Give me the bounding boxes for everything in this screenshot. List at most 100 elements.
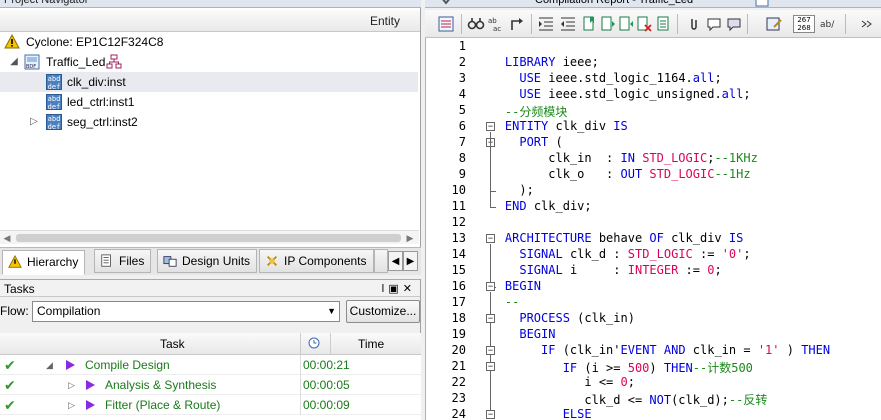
code-line: END clk_div; <box>504 199 592 213</box>
clear-bookmarks-icon[interactable] <box>635 15 653 33</box>
line-number-gutter: 1 2 3 4 5 6 7 8 9 10 11 12 13 14 15 16 17 18 19 20 21 22 23 24 <box>426 38 482 420</box>
line-number: 12 <box>451 215 466 229</box>
entity-column-label[interactable]: Entity <box>370 14 400 28</box>
comment-icon[interactable] <box>705 15 723 33</box>
chevron-down-icon: ▼ <box>327 306 336 316</box>
expand-arrow-icon[interactable]: ▷ <box>28 112 40 132</box>
flow-dropdown[interactable]: Compilation ▼ <box>32 301 340 322</box>
tasks-panel: Tasks ǀ▣✕ Flow: Compilation ▼ Customize.… <box>0 279 421 420</box>
line-number: 13 <box>451 231 466 245</box>
navigator-column-header: Entity <box>0 10 420 32</box>
svg-text:ab/: ab/ <box>820 20 835 30</box>
prev-bookmark-icon[interactable] <box>599 15 617 33</box>
scroll-right-icon[interactable]: ▶ <box>403 231 417 245</box>
code-line: -- <box>504 295 520 309</box>
code-line: clk_o : OUT STD_LOGIC--1Hz <box>476 167 751 181</box>
line-number: 15 <box>451 263 466 277</box>
code-line: PROCESS (clk_in) <box>519 311 635 325</box>
vhdl-chip-icon: abd def <box>46 94 62 111</box>
tab-next-icon[interactable]: ▶ <box>403 251 418 271</box>
instance-label: led_ctrl:inst1 <box>67 95 135 109</box>
horizontal-scrollbar[interactable]: ◀ ▶ <box>0 230 419 244</box>
line-number: 4 <box>458 87 466 101</box>
edit-icon[interactable] <box>765 15 783 33</box>
more-tools-icon[interactable] <box>859 15 873 33</box>
flow-label: Flow: <box>0 304 29 318</box>
code-line: USE ieee.std_logic_unsigned.all; <box>519 87 751 101</box>
code-line: clk_d <= NOT(clk_d);--反转 <box>476 393 768 407</box>
goto-line-icon[interactable] <box>509 15 527 33</box>
collapse-arrow-icon[interactable]: ◢ <box>46 355 53 375</box>
tab-overflow[interactable] <box>374 249 388 273</box>
uncomment-icon[interactable] <box>725 15 743 33</box>
tree-row-instance[interactable]: ▷ abd def seg_ctrl:inst2 <box>0 112 418 132</box>
tree-row-instance[interactable]: abd def clk_div:inst <box>0 72 418 92</box>
tab-design-units[interactable]: Design Units <box>157 249 258 273</box>
code-line: LIBRARY ieee; <box>504 55 599 69</box>
task-row[interactable]: ✔ ▷ Fitter (Place & Route) 00:00:09 <box>0 395 421 415</box>
code-line: PORT ( <box>519 135 563 149</box>
bookmark-list-icon[interactable] <box>655 15 673 33</box>
word-wrap-icon[interactable]: ab/ <box>819 15 841 33</box>
play-icon[interactable] <box>66 360 75 370</box>
task-row[interactable]: ✔ ▷ Analysis & Synthesis 00:00:05 <box>0 375 421 395</box>
code-line: USE ieee.std_logic_1164.all; <box>519 71 722 85</box>
customize-button[interactable]: Customize... <box>346 300 420 323</box>
line-number: 5 <box>458 103 466 117</box>
tree-row-device[interactable]: Cyclone: EP1C12F324C8 <box>0 32 418 52</box>
find-icon[interactable] <box>467 15 485 33</box>
line-numbers-toggle[interactable]: 267 268 <box>793 15 815 33</box>
unindent-icon[interactable] <box>559 15 577 33</box>
instance-label: seg_ctrl:inst2 <box>67 115 138 129</box>
play-icon[interactable] <box>86 380 95 390</box>
code-editor[interactable]: 1 2 3 4 5 6 7 8 9 10 11 12 13 14 15 16 17 18 19 20 21 22 23 24 … <box>425 38 881 420</box>
code-line: BEGIN <box>504 279 542 293</box>
svg-text:ab: ab <box>488 17 497 25</box>
scroll-thumb[interactable] <box>16 234 401 242</box>
time-column-header[interactable]: Time <box>358 337 384 351</box>
report-tab-icon <box>755 0 769 7</box>
tab-label: IP Components <box>284 254 367 268</box>
bookmark-icon[interactable] <box>581 15 599 33</box>
play-icon[interactable] <box>86 400 95 410</box>
column-divider <box>300 333 301 355</box>
svg-text:ac: ac <box>493 25 501 33</box>
code-line: --分频模块 <box>504 105 568 119</box>
task-column-header[interactable]: Task <box>160 337 185 351</box>
expand-arrow-icon[interactable]: ▷ <box>68 395 75 415</box>
vhdl-chip-icon: abd def <box>46 114 62 131</box>
report-icon[interactable] <box>437 15 455 33</box>
close-icon[interactable]: ✕ <box>403 283 416 295</box>
files-icon <box>101 254 111 267</box>
code-line: ARCHITECTURE behave OF clk_div IS <box>504 231 744 245</box>
line-number: 19 <box>451 327 466 341</box>
task-table: Task Time ✔ ◢ Compile Design 00:00:21 ✔ … <box>0 333 421 420</box>
tab-files[interactable]: Files <box>94 249 152 273</box>
find-replace-icon[interactable]: abac <box>487 15 505 33</box>
task-name: Analysis & Synthesis <box>105 378 217 392</box>
line-number: 11 <box>451 199 466 213</box>
scroll-left-icon[interactable]: ◀ <box>0 231 14 245</box>
warning-icon <box>4 34 20 49</box>
expand-arrow-icon[interactable]: ▷ <box>68 375 75 395</box>
code-line: IF (clk_in'EVENT AND clk_in = '1' ) THEN <box>541 343 831 357</box>
collapse-arrow-icon[interactable]: ◢ <box>8 52 20 72</box>
project-label: Traffic_Led <box>46 55 106 69</box>
tree-row-project[interactable]: ◢ BDF Traffic_Led <box>0 52 418 72</box>
tree-row-instance[interactable]: abd def led_ctrl:inst1 <box>0 92 418 112</box>
task-row[interactable]: ✔ ◢ Compile Design 00:00:21 <box>0 355 421 375</box>
tab-prev-icon[interactable]: ◀ <box>388 251 403 271</box>
code-line: SIGNAL i : INTEGER := 0; <box>519 263 722 277</box>
tab-ip-components[interactable]: IP Components <box>259 249 374 273</box>
task-time: 00:00:09 <box>303 398 350 412</box>
restore-icon[interactable]: ▣ <box>388 283 402 295</box>
indent-icon[interactable] <box>537 15 555 33</box>
attach-icon[interactable] <box>685 15 703 33</box>
tab-hierarchy[interactable]: Hierarchy <box>2 250 86 275</box>
line-number: 14 <box>451 247 466 261</box>
chevron-down-icon[interactable] <box>439 0 453 6</box>
ip-components-icon <box>267 256 277 266</box>
line-number: 3 <box>458 71 466 85</box>
code-line: ENTITY clk_div IS <box>504 119 628 133</box>
next-bookmark-icon[interactable] <box>617 15 635 33</box>
